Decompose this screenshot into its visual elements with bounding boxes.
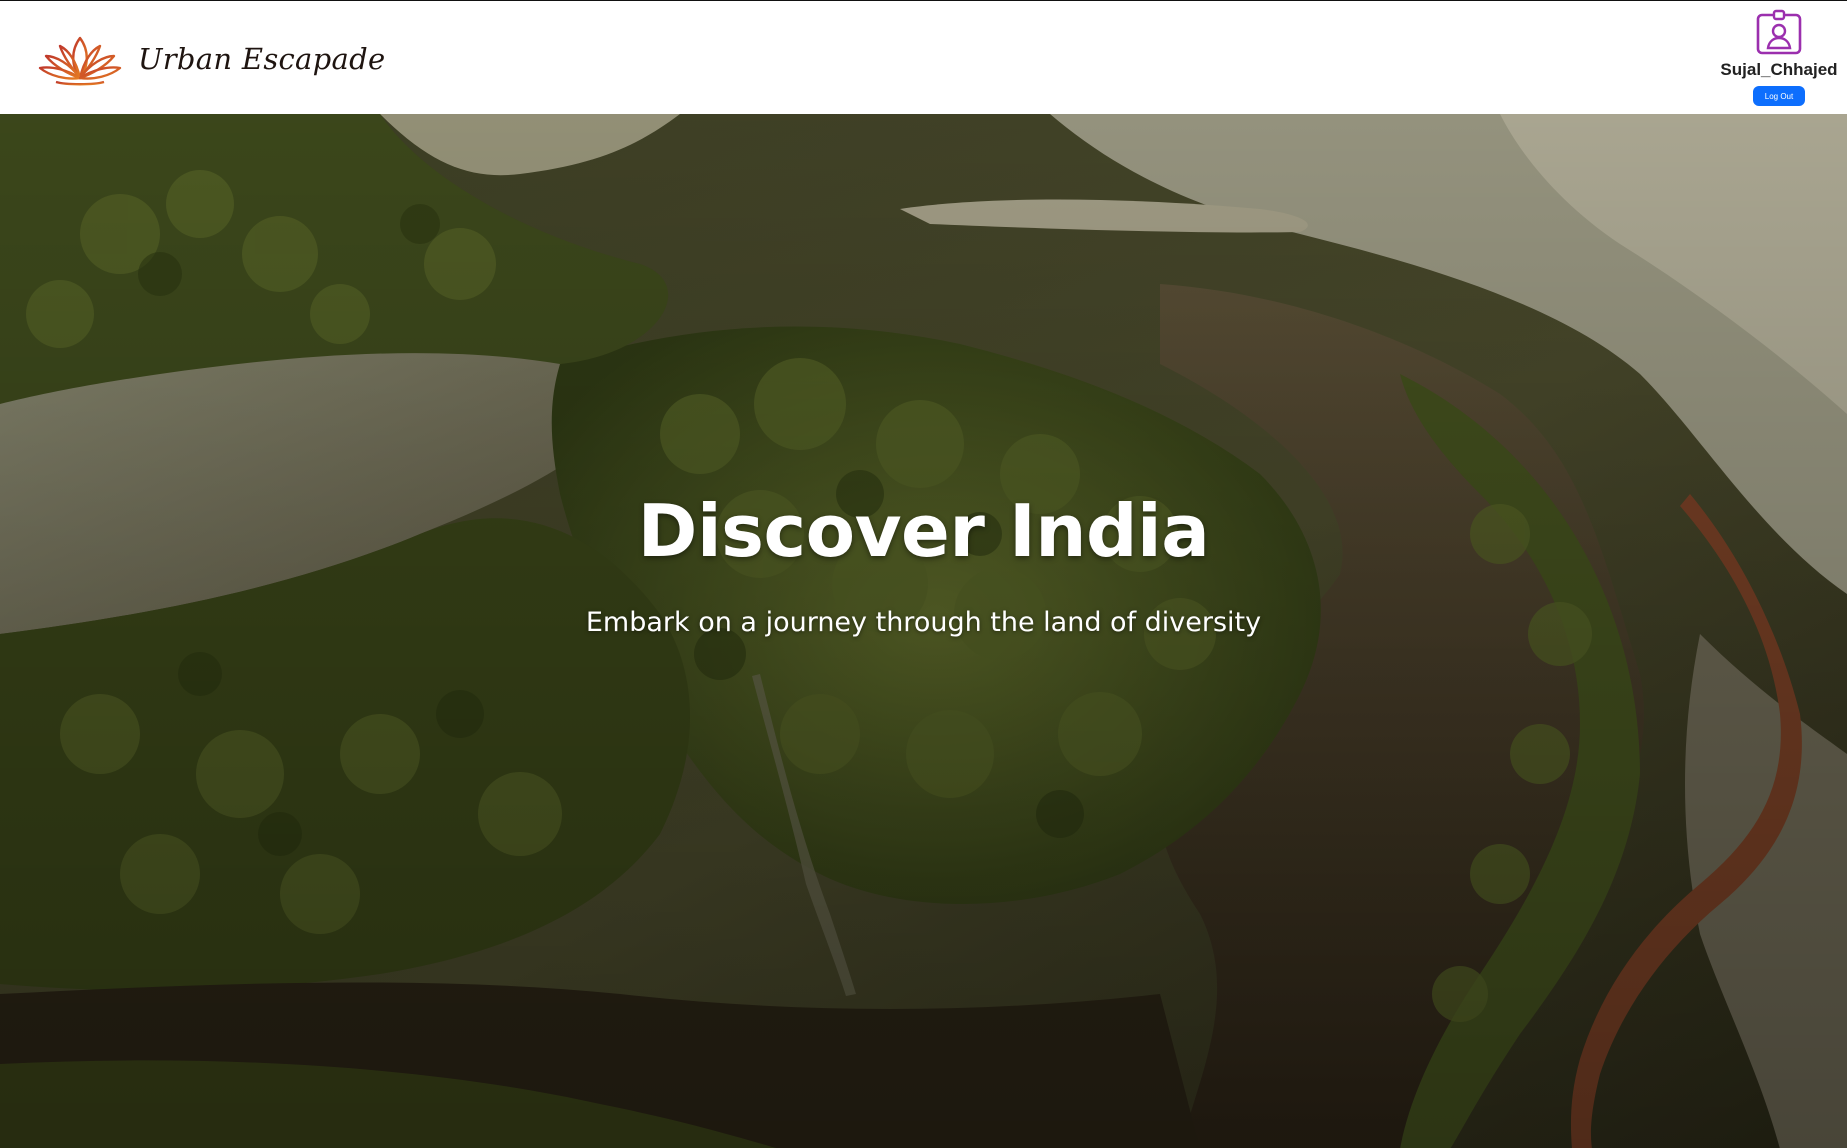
hero-section: Discover India Embark on a journey throu… (0, 114, 1847, 1148)
logout-button[interactable]: Log Out (1753, 86, 1805, 106)
hero-subtitle: Embark on a journey through the land of … (585, 607, 1262, 638)
user-menu: Sujal_Chhajed Log Out (1719, 9, 1839, 113)
hero-text: Discover India Embark on a journey throu… (0, 489, 1847, 638)
top-navbar: Urban Escapade Sujal_Chhajed Log Out (0, 1, 1847, 114)
hero-title: Discover India (637, 489, 1210, 573)
lotus-icon (38, 36, 122, 86)
page: Urban Escapade Sujal_Chhajed Log Out Dis… (0, 0, 1847, 1148)
brand-name: Urban Escapade (138, 42, 386, 76)
user-badge-icon[interactable] (1754, 9, 1804, 57)
username: Sujal_Chhajed (1720, 60, 1838, 79)
brand[interactable]: Urban Escapade (36, 31, 385, 87)
